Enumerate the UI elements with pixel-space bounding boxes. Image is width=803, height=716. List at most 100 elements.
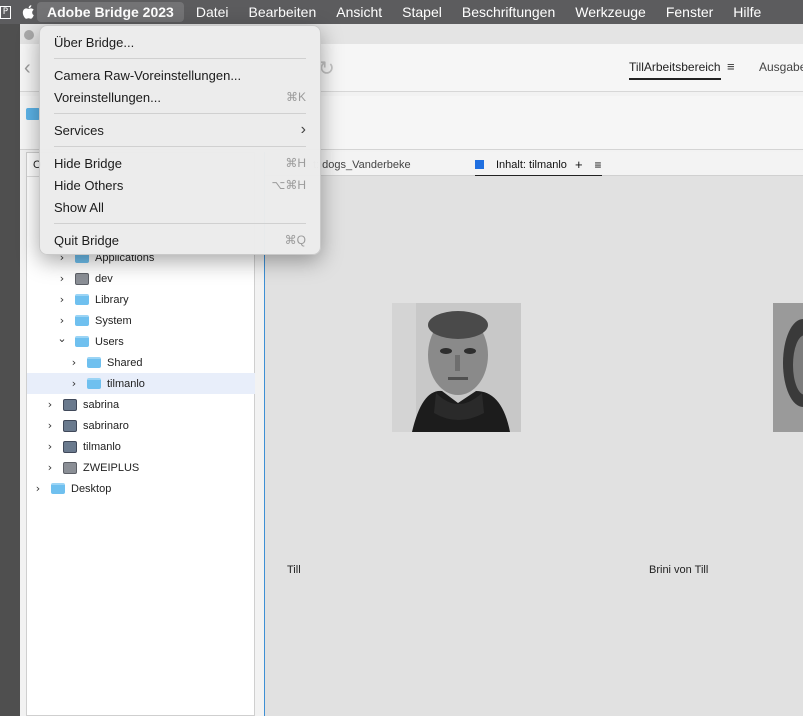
tree-item-label: ZWEIPLUS (83, 461, 140, 474)
workspace-tab-active[interactable]: TillArbeitsbereich (629, 60, 721, 80)
menu-item-label: Über Bridge... (54, 34, 135, 50)
menu-stapel[interactable]: Stapel (392, 0, 452, 24)
network-drive-icon (63, 440, 77, 453)
folder-icon (75, 336, 89, 347)
tree-item-sabrinaro[interactable]: › sabrinaro (27, 415, 255, 436)
thumbnail-till[interactable] (392, 303, 521, 432)
back-arrow-icon[interactable]: ‹ (24, 57, 31, 80)
shortcut-label: ⌘Q (284, 233, 306, 247)
menu-item-label: Show All (54, 199, 104, 215)
tree-item-label: Desktop (71, 482, 112, 495)
tree-item-system[interactable]: › System (27, 310, 255, 331)
menu-item-label: Services (54, 122, 104, 138)
tree-item-dev[interactable]: › dev (27, 268, 255, 289)
apple-icon[interactable] (21, 4, 35, 20)
disk-icon (63, 461, 77, 474)
tree-item-tilmanlo[interactable]: › tilmanlo (27, 373, 255, 394)
portrait-image (392, 303, 521, 432)
add-tab-icon[interactable]: + (575, 157, 583, 172)
chevron-right-icon[interactable]: › (45, 419, 55, 432)
tree-item-desktop[interactable]: › Desktop (27, 478, 255, 499)
shortcut-label: ⌥⌘H (271, 178, 307, 192)
portrait-image (773, 303, 803, 432)
workspace-menu-icon[interactable]: ≡ (727, 59, 735, 74)
folder-icon (51, 483, 65, 494)
tab-menu-icon[interactable]: ≡ (595, 158, 602, 172)
tree-item-shared[interactable]: › Shared (27, 352, 255, 373)
user-folder-icon (87, 378, 101, 389)
thumbnail-label: Till (287, 564, 301, 576)
menu-werkzeuge[interactable]: Werkzeuge (565, 0, 656, 24)
chevron-right-icon[interactable]: › (33, 482, 43, 495)
folder-icon (75, 315, 89, 326)
app-menu-dropdown: Über Bridge... Camera Raw-Voreinstellung… (39, 25, 321, 255)
menu-item-label: Hide Bridge (54, 155, 122, 171)
menu-beschriftungen[interactable]: Beschriftungen (452, 0, 565, 24)
chevron-right-icon[interactable]: › (45, 398, 55, 411)
chevron-right-icon[interactable]: › (57, 293, 67, 306)
menu-item-camera-raw[interactable]: Camera Raw-Voreinstellungen... (54, 65, 306, 85)
menu-item-quit-bridge[interactable]: Quit Bridge ⌘Q (54, 230, 306, 250)
tree-item-users[interactable]: ⌄ Users (27, 331, 255, 352)
network-drive-icon (63, 398, 77, 411)
tree-item-library[interactable]: › Library (27, 289, 255, 310)
menu-bearbeiten[interactable]: Bearbeiten (239, 0, 327, 24)
menu-hilfe[interactable]: Hilfe (723, 0, 771, 24)
tree-item-label: Shared (107, 356, 143, 369)
network-drive-icon (63, 419, 77, 432)
tree-item-zweiplus[interactable]: › ZWEIPLUS (27, 457, 255, 478)
disk-icon (75, 272, 89, 285)
tree-item-sabrina[interactable]: › sabrina (27, 394, 255, 415)
menu-item-hide-others[interactable]: Hide Others ⌥⌘H (54, 175, 306, 195)
menu-item-uber-bridge[interactable]: Über Bridge... (54, 32, 306, 52)
thumbnail-brini[interactable] (773, 303, 803, 432)
content-tabs: t: dogs_Vanderbeke Inhalt: tilmanlo + ≡ (265, 152, 803, 176)
menu-item-services[interactable]: Services › (54, 120, 306, 140)
shortcut-label: ⌘H (285, 156, 306, 170)
menu-app-name[interactable]: Adobe Bridge 2023 (37, 2, 184, 22)
thumbnail-label: Brini von Till (649, 564, 709, 576)
tree-item-label: tilmanlo (83, 440, 121, 453)
menu-item-hide-bridge[interactable]: Hide Bridge ⌘H (54, 153, 306, 173)
tree-item-label: sabrinaro (83, 419, 129, 432)
menu-separator (54, 146, 306, 147)
menu-item-show-all[interactable]: Show All (54, 197, 306, 217)
chevron-down-icon[interactable]: ⌄ (57, 332, 67, 345)
menu-item-voreinstellungen[interactable]: Voreinstellungen... ⌘K (54, 87, 306, 107)
menu-fenster[interactable]: Fenster (656, 0, 723, 24)
tree-item-label: tilmanlo (107, 377, 145, 390)
tree-item-label: System (95, 314, 132, 327)
tab-inhalt-tilmanlo[interactable]: Inhalt: tilmanlo + ≡ (475, 157, 602, 176)
submenu-chevron-icon: › (300, 121, 306, 138)
tree-item-label: Library (95, 293, 129, 306)
path-folder-icon[interactable] (26, 108, 40, 120)
workspace-tab-ausgabe[interactable]: Ausgabe (759, 60, 803, 74)
chevron-right-icon[interactable]: › (45, 440, 55, 453)
window-close-button[interactable] (24, 30, 34, 40)
tree-item-label: sabrina (83, 398, 120, 411)
tree-item-tilmanlo[interactable]: › tilmanlo (27, 436, 255, 457)
tab-label: Inhalt: tilmanlo (496, 158, 567, 171)
chevron-right-icon[interactable]: › (57, 314, 67, 327)
tab-color-icon (475, 160, 484, 169)
menu-item-label: Camera Raw-Voreinstellungen... (54, 67, 242, 83)
menu-ansicht[interactable]: Ansicht (326, 0, 392, 24)
chevron-right-icon[interactable]: › (69, 377, 79, 390)
menu-separator (54, 223, 306, 224)
chevron-right-icon[interactable]: › (57, 272, 67, 285)
menu-separator (54, 113, 306, 114)
menu-item-label: Voreinstellungen... (54, 89, 161, 105)
content-panel: t: dogs_Vanderbeke Inhalt: tilmanlo + ≡ (264, 152, 803, 716)
menu-item-label: Quit Bridge (54, 232, 120, 248)
shortcut-label: ⌘K (285, 90, 306, 104)
tree-item-label: Users (95, 335, 124, 348)
status-p-icon: P (0, 5, 11, 19)
menu-separator (54, 58, 306, 59)
menu-datei[interactable]: Datei (186, 0, 239, 24)
chevron-right-icon[interactable]: › (69, 356, 79, 369)
folder-icon (87, 357, 101, 368)
chevron-right-icon[interactable]: › (45, 461, 55, 474)
menu-bar: P Adobe Bridge 2023 Datei Bearbeiten Ans… (0, 0, 803, 24)
tree-item-label: dev (95, 272, 113, 285)
tab-dogs-vanderbeke[interactable]: t: dogs_Vanderbeke (313, 159, 411, 171)
